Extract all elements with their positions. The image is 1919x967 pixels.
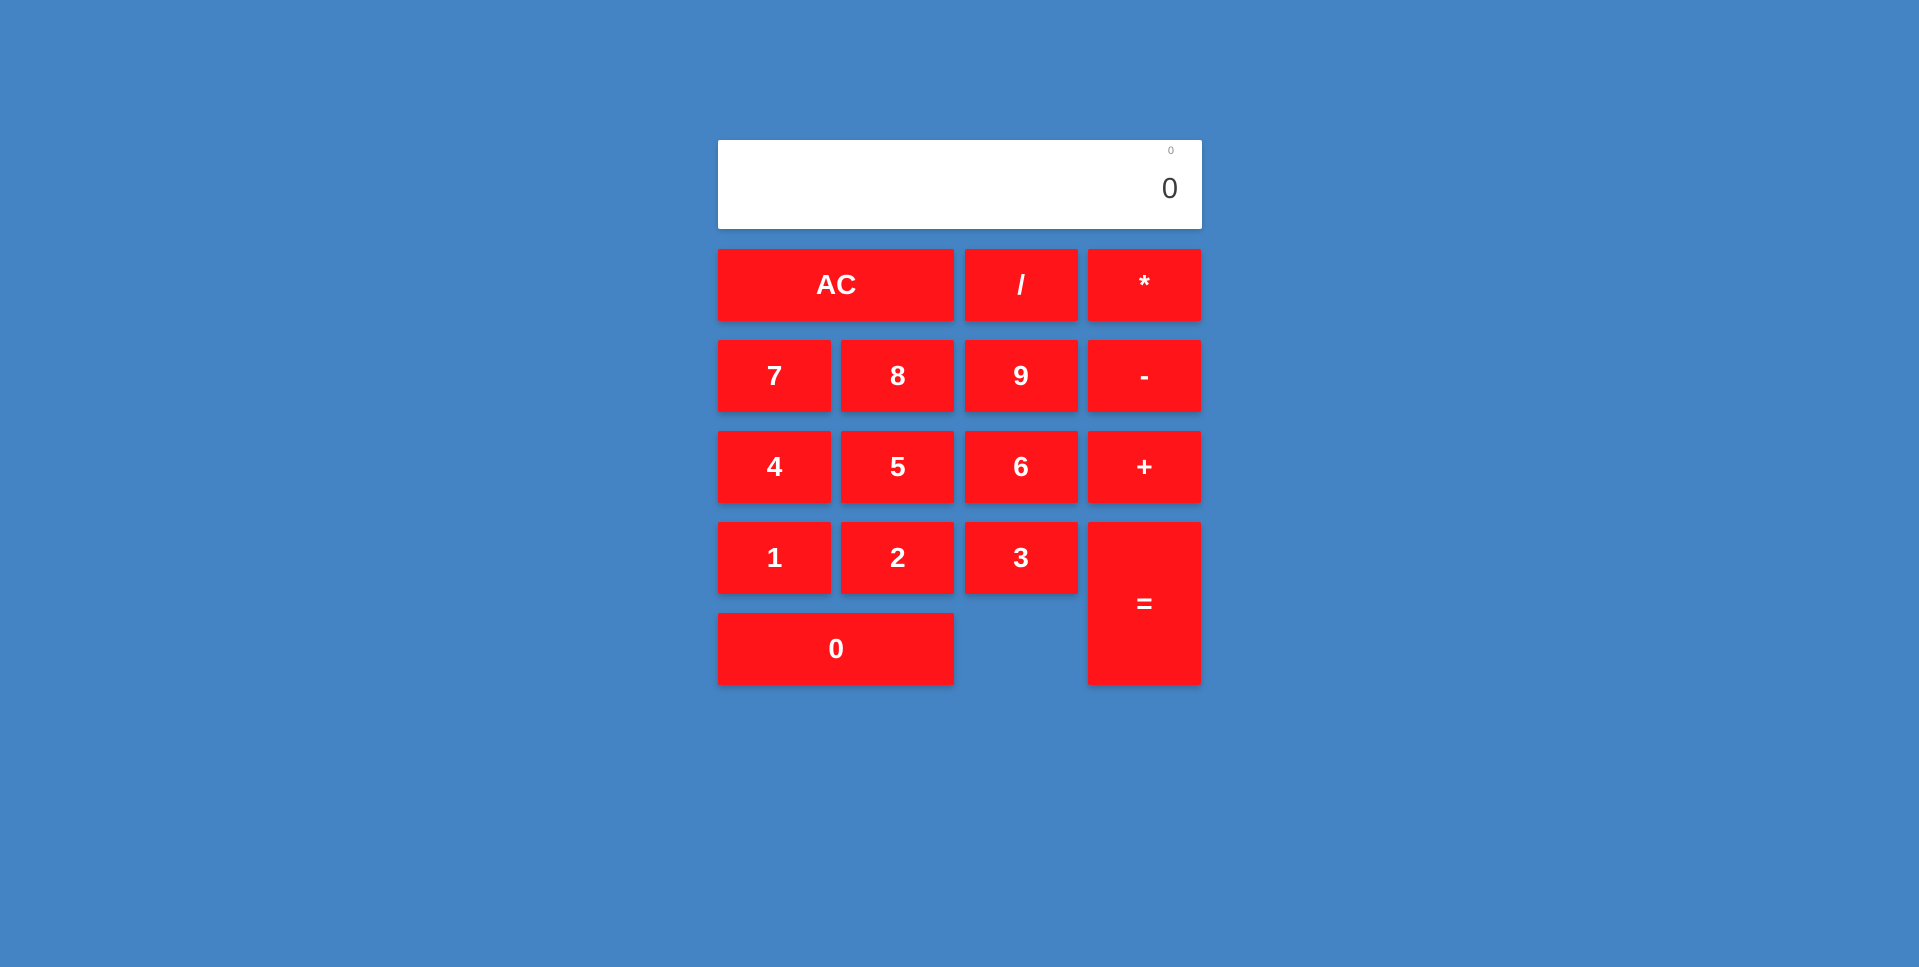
eight-button[interactable]: 8 xyxy=(841,340,955,412)
clear-button[interactable]: AC xyxy=(718,249,955,321)
nine-button[interactable]: 9 xyxy=(964,340,1078,412)
three-button[interactable]: 3 xyxy=(964,522,1078,594)
six-button[interactable]: 6 xyxy=(964,431,1078,503)
seven-button[interactable]: 7 xyxy=(718,340,831,412)
formula-display: 0 xyxy=(1167,145,1174,157)
zero-button[interactable]: 0 xyxy=(718,613,955,685)
two-button[interactable]: 2 xyxy=(841,522,955,594)
equals-button[interactable]: = xyxy=(1087,522,1201,685)
subtract-button[interactable]: - xyxy=(1087,340,1201,412)
divide-button[interactable]: / xyxy=(964,249,1078,321)
output-display: 0 xyxy=(1161,173,1178,205)
calculator-display: 0 0 xyxy=(718,140,1202,229)
five-button[interactable]: 5 xyxy=(841,431,955,503)
keypad: AC / * 7 8 9 - 4 5 6 + 1 2 3 = 0 xyxy=(718,249,1202,826)
multiply-button[interactable]: * xyxy=(1087,249,1201,321)
add-button[interactable]: + xyxy=(1087,431,1201,503)
four-button[interactable]: 4 xyxy=(718,431,831,503)
one-button[interactable]: 1 xyxy=(718,522,831,594)
